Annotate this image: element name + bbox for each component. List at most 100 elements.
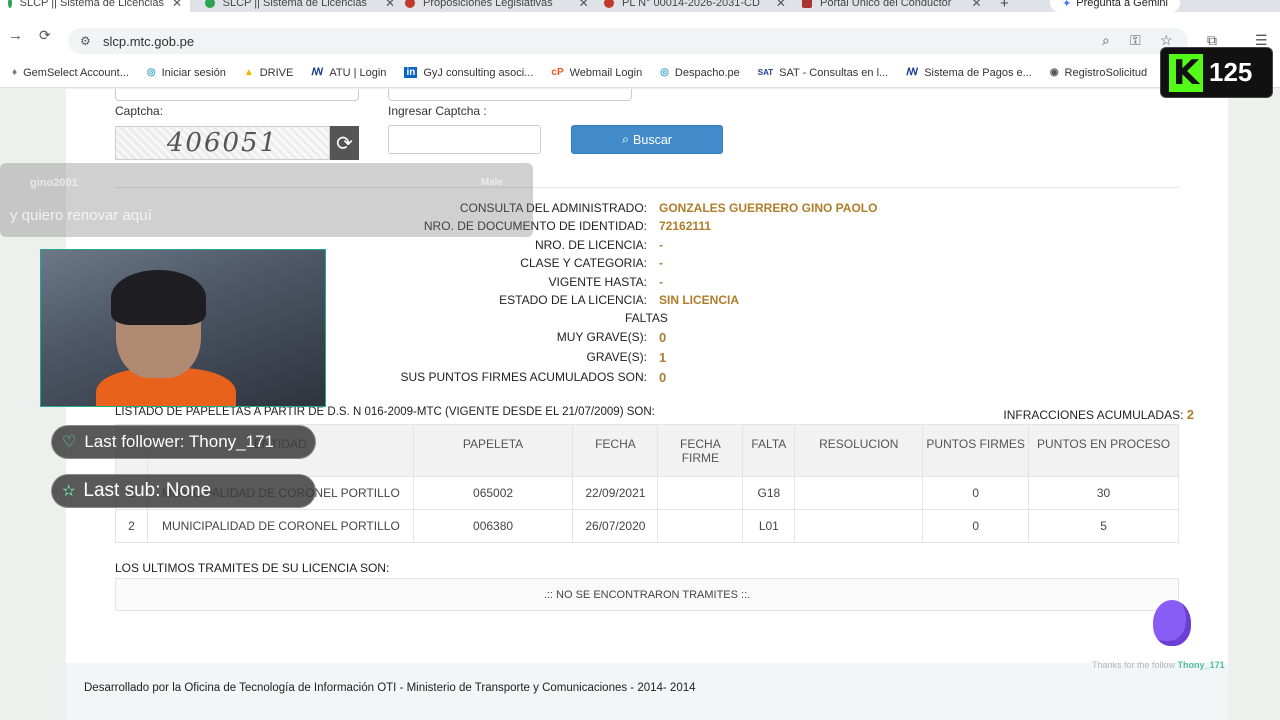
tab-proposiciones[interactable]: Proposiciones Legislativas ✕ — [405, 0, 595, 12]
refresh-captcha-button[interactable]: ⟳ — [330, 126, 359, 160]
refresh-icon: ⟳ — [336, 132, 353, 155]
cell-puntos-firmes: 0 — [922, 509, 1030, 543]
vigente-label: VIGENTE HASTA: — [548, 275, 647, 289]
col-puntos-firmes: PUNTOS FIRMES — [922, 424, 1030, 477]
last-follower-pill: ♡ Last follower: Thony_171 — [51, 425, 316, 459]
bookmark-gemselect[interactable]: ♦ GemSelect Account... — [12, 67, 129, 79]
col-fecha-firme: FECHA FIRME — [657, 424, 744, 477]
tab-favicon — [405, 0, 415, 8]
atu-icon: ꟿ — [906, 67, 919, 78]
atu-icon: ꟿ — [311, 67, 324, 78]
consulta-value: GONZALES GUERRERO GINO PAOLO — [659, 201, 878, 215]
tramites-title: LOS ULTIMOS TRAMITES DE SU LICENCIA SON: — [115, 561, 390, 575]
forward-icon[interactable]: → — [8, 27, 23, 44]
bookmarks-bar: ♦ GemSelect Account... ◎ Iniciar sesión ▲ D… — [0, 58, 1280, 88]
close-tab-icon[interactable]: ✕ — [385, 0, 395, 10]
heart-icon: ♡ — [62, 434, 77, 451]
table-row: 2 MUNICIPALIDAD DE CORONEL PORTILLO 0063… — [115, 509, 1179, 543]
site-info-icon[interactable]: ⚙ — [80, 34, 91, 48]
estado-label: ESTADO DE LA LICENCIA: — [499, 293, 647, 307]
cell-resolucion — [794, 509, 924, 543]
tab-favicon — [802, 0, 812, 8]
cell-falta: G18 — [742, 476, 796, 510]
cell-entidad: MUNICIPALIDAD DE CORONEL PORTILLO — [146, 509, 414, 543]
ingresar-captcha-label: Ingresar Captcha : — [388, 104, 487, 118]
muy-grave-label: MUY GRAVE(S): — [556, 330, 647, 344]
key-icon[interactable]: ⚿ — [1130, 32, 1141, 49]
bookmark-sistema-pagos[interactable]: ꟿ Sistema de Pagos e... — [906, 67, 1032, 79]
chat-message-overlay: gino2001 Male y quiero renovar aquí — [0, 163, 533, 237]
bookmark-drive[interactable]: ▲ DRIVE — [244, 67, 294, 79]
estado-value: SIN LICENCIA — [659, 293, 740, 307]
zoom-icon[interactable]: ⌕ — [1102, 32, 1110, 49]
address-bar[interactable]: ⚙ slcp.mtc.gob.pe — [68, 28, 1188, 54]
bookmark-gyj[interactable]: in GyJ consulting asoci... — [404, 67, 533, 79]
close-tab-icon[interactable]: ✕ — [776, 0, 786, 10]
tab-portal[interactable]: Portal Único del Conductor ✕ — [802, 0, 992, 12]
col-fecha: FECHA — [572, 424, 659, 477]
globe-icon: ◉ — [1049, 67, 1059, 78]
bookmark-iniciar-sesion[interactable]: ◎ Iniciar sesión — [147, 67, 226, 79]
clase-value: - — [659, 256, 663, 270]
tab-favicon — [8, 0, 12, 8]
infracciones-value: 2 — [1186, 407, 1194, 422]
infracciones-acumuladas: INFRACCIONES ACUMULADAS: 2 — [1003, 407, 1194, 422]
footer: Desarrollado por la Oficina de Tecnologí… — [66, 663, 1228, 720]
puntos-value: 0 — [659, 370, 667, 385]
star-icon: ✫ — [62, 483, 76, 500]
licencia-label: NRO. DE LICENCIA: — [534, 238, 647, 252]
close-tab-icon[interactable]: ✕ — [579, 0, 589, 10]
linkedin-icon: in — [404, 67, 418, 78]
bookmark-webmail[interactable]: cP Webmail Login — [551, 67, 642, 79]
captcha-input[interactable] — [388, 125, 541, 154]
cell-resolucion — [794, 476, 924, 510]
close-tab-icon[interactable]: ✕ — [971, 0, 981, 10]
tab-favicon — [604, 0, 614, 8]
bookmark-despacho[interactable]: ◎ Despacho.pe — [660, 67, 740, 79]
papeletas-title: LISTADO DE PAPELETAS A PARTIR DE D.S. N … — [115, 406, 655, 418]
cell-fecha-firme — [657, 509, 744, 543]
close-tab-icon[interactable]: ✕ — [172, 0, 182, 10]
footer-text: Desarrollado por la Oficina de Tecnologí… — [84, 682, 696, 694]
gemini-button[interactable]: ✦ Pregunta a Gemini — [1050, 0, 1180, 12]
reload-icon[interactable]: ⟳ — [39, 27, 51, 44]
cell-falta: L01 — [742, 509, 796, 543]
col-resolucion: RESOLUCION — [794, 424, 924, 477]
col-papeleta: PAPELETA — [412, 424, 574, 477]
plus-icon: + — [1000, 0, 1009, 12]
cell-fecha-firme — [657, 476, 744, 510]
grave-label: GRAVE(S): — [586, 350, 647, 364]
webcam-overlay — [40, 249, 326, 407]
buscar-button[interactable]: ⌕ Buscar — [571, 125, 723, 154]
bookmark-registro[interactable]: ◉ RegistroSolicitud — [1050, 67, 1147, 79]
cell-fecha: 22/09/2021 — [572, 476, 659, 510]
chat-text: y quiero renovar aquí — [10, 207, 152, 224]
documento-value: 72162111 — [659, 219, 712, 233]
chat-username: gino2001 — [30, 177, 78, 189]
last-sub-pill: ✫ Last sub: None — [51, 474, 316, 508]
bookmark-sat[interactable]: SAT SAT - Consultas en l... — [758, 67, 888, 79]
tab-slcp-1[interactable]: SLCP || Sistema de Licencias ✕ — [0, 0, 190, 12]
cell-papeleta: 065002 — [412, 476, 574, 510]
grave-value: 1 — [659, 350, 667, 365]
kick-logo-icon: K — [1169, 53, 1203, 92]
cell-puntos-proceso: 5 — [1028, 509, 1179, 543]
tab-slcp-2[interactable]: SLCP || Sistema de Licencias ✕ — [205, 0, 395, 12]
col-puntos-proceso: PUNTOS EN PROCESO — [1028, 424, 1179, 477]
search-icon: ⌕ — [622, 132, 630, 146]
sat-icon: SAT — [757, 68, 774, 77]
chat-tag: Male — [480, 177, 503, 188]
tab-favicon — [205, 0, 215, 8]
drive-icon: ▲ — [243, 67, 254, 78]
globe-icon: ◎ — [146, 67, 156, 78]
tab-strip: SLCP || Sistema de Licencias ✕ SLCP || S… — [0, 0, 1280, 12]
new-tab-button[interactable]: + — [1000, 0, 1009, 12]
bookmark-atu[interactable]: ꟿ ATU | Login — [311, 67, 386, 79]
gem-icon: ♦ — [12, 67, 18, 78]
document-number-input[interactable] — [388, 89, 632, 101]
licencia-value: - — [659, 238, 663, 252]
cpanel-icon: cP — [551, 67, 564, 78]
tab-pl[interactable]: PL N° 00014-2026-2031-CD ✕ — [604, 0, 794, 12]
document-type-select[interactable] — [115, 89, 359, 101]
gemini-icon: ✦ — [1062, 0, 1072, 10]
